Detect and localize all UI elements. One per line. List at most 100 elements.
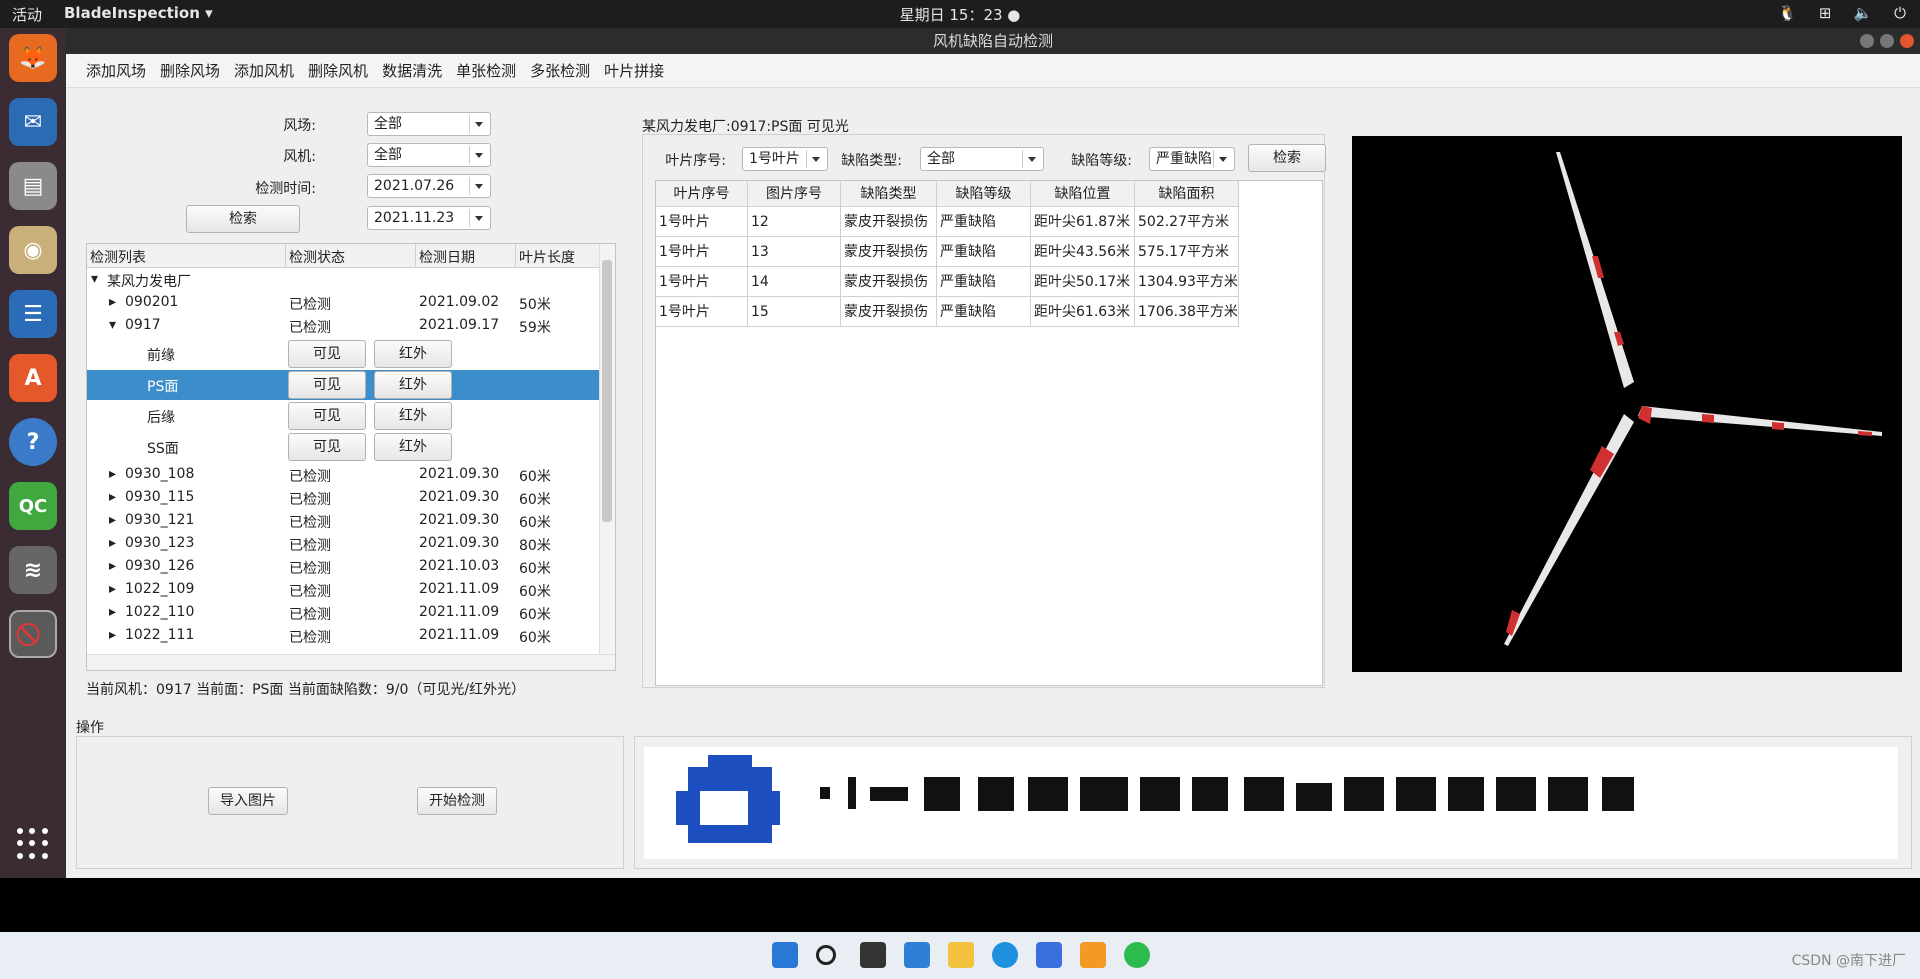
tree-row[interactable]: ▸ 0930_121 已检测 2021.09.30 60米 xyxy=(87,512,600,532)
bladeinspection-app-icon[interactable]: ⃠ xyxy=(9,610,57,658)
operations-group: 导入图片 开始检测 xyxy=(76,736,624,869)
col-header-list[interactable]: 检测列表 xyxy=(87,244,286,268)
dock: 🦊 ✉ ▤ ◉ ☰ A ? QC ≋ ⃠ xyxy=(0,28,66,878)
visible-button[interactable]: 可见 xyxy=(288,371,366,399)
level-select[interactable]: 严重缺陷 xyxy=(1149,147,1235,171)
col-header[interactable]: 缺陷类型 xyxy=(841,181,937,207)
col-header[interactable]: 图片序号 xyxy=(748,181,841,207)
activities-button[interactable]: 活动 xyxy=(12,4,42,25)
menu-delete-turbine[interactable]: 删除风机 xyxy=(308,58,368,83)
window-title: 风机缺陷自动检测 xyxy=(932,32,1053,50)
show-apps-icon[interactable] xyxy=(17,828,49,860)
volume-icon[interactable]: 🔈 xyxy=(1853,4,1872,22)
tree-horizontal-scrollbar[interactable] xyxy=(87,654,615,670)
col-header[interactable]: 缺陷等级 xyxy=(937,181,1031,207)
tree-row[interactable]: ▸ 0930_123 已检测 2021.09.30 80米 xyxy=(87,535,600,555)
rhythmbox-icon[interactable]: ◉ xyxy=(9,226,57,274)
operations-label: 操作 xyxy=(76,720,104,736)
col-header-status[interactable]: 检测状态 xyxy=(286,244,416,268)
infrared-button[interactable]: 红外 xyxy=(374,402,452,430)
collapse-icon[interactable]: ▾ xyxy=(91,271,98,287)
infrared-button[interactable]: 红外 xyxy=(374,371,452,399)
network-icon[interactable]: ⊞ xyxy=(1819,4,1832,22)
maximize-icon[interactable] xyxy=(1880,34,1894,48)
menu-delete-farm[interactable]: 删除风场 xyxy=(160,58,220,83)
tree-row[interactable]: ▸ 1022_109 已检测 2021.11.09 60米 xyxy=(87,581,600,601)
tree-row[interactable]: ▸ 0930_108 已检测 2021.09.30 60米 xyxy=(87,466,600,486)
penguin-icon[interactable]: 🐧 xyxy=(1778,4,1797,22)
infrared-button[interactable]: 红外 xyxy=(374,340,452,368)
thunderbird-icon[interactable]: ✉ xyxy=(9,98,57,146)
visible-button[interactable]: 可见 xyxy=(288,433,366,461)
minimize-icon[interactable] xyxy=(1860,34,1874,48)
writer-icon[interactable]: ☰ xyxy=(9,290,57,338)
tree-row[interactable]: ▸ 090201 已检测 2021.09.02 50米 xyxy=(87,294,600,314)
tree-root[interactable]: ▾ 某风力发电厂 xyxy=(87,271,600,291)
mail-icon[interactable] xyxy=(1036,942,1062,968)
search-icon[interactable] xyxy=(816,945,836,965)
defect-search-button[interactable]: 检索 xyxy=(1248,144,1326,172)
help-icon[interactable]: ? xyxy=(9,418,57,466)
face-row-trailing-edge[interactable]: 后缘 可见 红外 xyxy=(87,401,600,431)
vmware-icon[interactable] xyxy=(1080,942,1106,968)
tree-row[interactable]: ▸ 0930_115 已检测 2021.09.30 60米 xyxy=(87,489,600,509)
host-taskbar: CSDN @南下进厂 xyxy=(0,932,1920,979)
date-from-picker[interactable]: 2021.07.26 xyxy=(367,174,491,198)
software-center-icon[interactable]: A xyxy=(9,354,57,402)
firefox-icon[interactable]: 🦊 xyxy=(9,34,57,82)
visible-button[interactable]: 可见 xyxy=(288,340,366,368)
qtcreator-icon[interactable]: QC xyxy=(9,482,57,530)
tree-vertical-scrollbar[interactable] xyxy=(599,244,615,655)
blade-select[interactable]: 1号叶片 xyxy=(742,147,828,171)
type-select[interactable]: 全部 xyxy=(920,147,1044,171)
infrared-button[interactable]: 红外 xyxy=(374,433,452,461)
tree-row[interactable]: ▸ 1022_110 已检测 2021.11.09 60米 xyxy=(87,604,600,624)
menu-single-detect[interactable]: 单张检测 xyxy=(456,58,516,83)
col-header[interactable]: 缺陷面积 xyxy=(1135,181,1239,207)
system-topbar: 活动 BladeInspection ▾ 星期日 15：23 ● 🐧 ⊞ 🔈 ⏻ xyxy=(0,0,1920,28)
search-button[interactable]: 检索 xyxy=(186,205,300,233)
col-header-date[interactable]: 检测日期 xyxy=(416,244,516,268)
windows-start-icon[interactable] xyxy=(772,942,798,968)
expand-icon[interactable]: ▸ xyxy=(109,294,116,310)
col-header-length[interactable]: 叶片长度 xyxy=(516,244,600,268)
farm-select[interactable]: 全部 xyxy=(367,112,491,136)
turbine-select[interactable]: 全部 xyxy=(367,143,491,167)
farm-label: 风场: xyxy=(283,118,316,134)
database-icon[interactable]: ≋ xyxy=(9,546,57,594)
face-row-leading-edge[interactable]: 前缘 可见 红外 xyxy=(87,339,600,369)
power-icon[interactable]: ⏻ xyxy=(1894,4,1906,22)
clock[interactable]: 星期日 15：23 ● xyxy=(0,4,1920,25)
wechat-icon[interactable] xyxy=(1124,942,1150,968)
start-detect-button[interactable]: 开始检测 xyxy=(417,787,497,815)
defect-table[interactable]: 叶片序号 图片序号 缺陷类型 缺陷等级 缺陷位置 缺陷面积 1号叶片 12 蒙皮… xyxy=(655,180,1323,686)
menu-add-farm[interactable]: 添加风场 xyxy=(86,58,146,83)
tree-row[interactable]: ▾ 0917 已检测 2021.09.17 59米 xyxy=(87,317,600,337)
menu-blade-stitch[interactable]: 叶片拼接 xyxy=(604,58,664,83)
date-to-picker[interactable]: 2021.11.23 xyxy=(367,206,491,230)
task-view-icon[interactable] xyxy=(860,942,886,968)
face-row-ps[interactable]: PS面 可见 红外 xyxy=(87,370,600,400)
collapse-icon[interactable]: ▾ xyxy=(109,317,116,333)
import-images-button[interactable]: 导入图片 xyxy=(208,787,288,815)
system-tray[interactable]: 🐧 ⊞ 🔈 ⏻ xyxy=(1778,4,1906,22)
tree-row[interactable]: ▸ 1022_111 已检测 2021.11.09 60米 xyxy=(87,627,600,647)
menu-data-cleaning[interactable]: 数据清洗 xyxy=(382,58,442,83)
menu-multi-detect[interactable]: 多张检测 xyxy=(530,58,590,83)
face-row-ss[interactable]: SS面 可见 红外 xyxy=(87,432,600,462)
menubar: 添加风场 删除风场 添加风机 删除风机 数据清洗 单张检测 多张检测 叶片拼接 xyxy=(66,54,1920,88)
tree-row[interactable]: ▸ 0930_126 已检测 2021.10.03 60米 xyxy=(87,558,600,578)
inspection-tree[interactable]: 检测列表 检测状态 检测日期 叶片长度 ▾ 某风力发电厂 ▸ 090201 已检… xyxy=(86,243,616,671)
app-menu[interactable]: BladeInspection ▾ xyxy=(64,4,213,22)
edge-icon[interactable] xyxy=(992,942,1018,968)
menu-add-turbine[interactable]: 添加风机 xyxy=(234,58,294,83)
close-icon[interactable] xyxy=(1900,34,1914,48)
level-label: 缺陷等级: xyxy=(1071,153,1132,169)
visible-button[interactable]: 可见 xyxy=(288,402,366,430)
file-explorer-icon[interactable] xyxy=(948,942,974,968)
col-header[interactable]: 缺陷位置 xyxy=(1031,181,1135,207)
col-header[interactable]: 叶片序号 xyxy=(656,181,748,207)
widgets-icon[interactable] xyxy=(904,942,930,968)
files-icon[interactable]: ▤ xyxy=(9,162,57,210)
blade-right xyxy=(1638,406,1882,436)
